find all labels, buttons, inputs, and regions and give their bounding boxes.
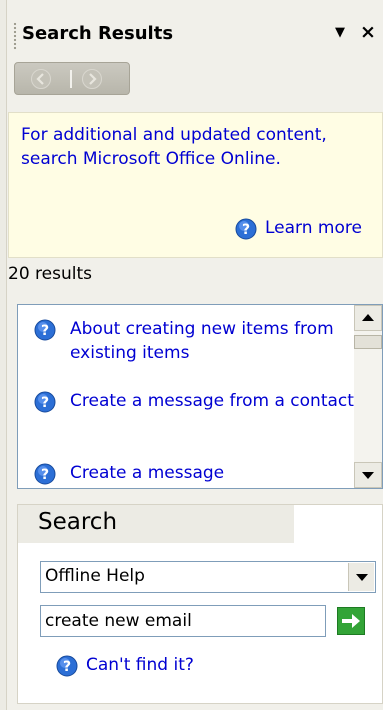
task-pane-titlebar: Search Results ▼ × [8, 18, 383, 54]
start-search-button[interactable] [337, 607, 365, 635]
svg-text:?: ? [41, 323, 49, 339]
results-list: ? About creating new items from existing… [17, 304, 383, 489]
drag-grip-icon[interactable] [13, 22, 17, 50]
results-scrollbar[interactable] [354, 305, 382, 488]
result-link[interactable]: About creating new items from existing i… [70, 317, 360, 365]
pane-title: Search Results [22, 23, 174, 44]
scroll-up-button[interactable] [354, 305, 382, 331]
info-text: For additional and updated content, sear… [21, 125, 327, 169]
search-panel: Search Offline Help ? Can't find it? [17, 504, 383, 704]
help-icon: ? [235, 218, 257, 240]
list-item[interactable]: ? Create a message from a contact [26, 391, 354, 443]
arrow-right-icon [342, 614, 360, 628]
pane-dropdown-icon[interactable]: ▼ [335, 25, 345, 40]
svg-text:?: ? [63, 659, 71, 675]
scroll-thumb[interactable] [354, 335, 382, 349]
chevron-down-icon[interactable] [348, 563, 374, 591]
search-header: Search [18, 505, 294, 543]
help-icon: ? [34, 319, 56, 341]
svg-text:?: ? [41, 467, 49, 483]
navigation-toolbar [14, 62, 130, 95]
search-scope-select[interactable]: Offline Help [40, 561, 376, 593]
help-icon: ? [34, 463, 56, 485]
cant-find-it-label: Can't find it? [86, 655, 194, 675]
back-arrow-icon[interactable] [31, 69, 51, 89]
help-icon: ? [34, 391, 56, 413]
learn-more-label: Learn more [265, 218, 362, 238]
scroll-down-button[interactable] [354, 462, 382, 488]
results-count: 20 results [8, 264, 92, 284]
list-item[interactable]: ? About creating new items from existing… [26, 319, 346, 371]
result-link[interactable]: Create a message from a contact [70, 389, 360, 413]
svg-text:?: ? [242, 222, 250, 238]
help-icon: ? [56, 655, 78, 677]
window-edge [0, 0, 7, 710]
search-scope-value: Offline Help [45, 566, 145, 586]
list-item[interactable]: ? Create a message [26, 463, 346, 488]
office-online-info-box: For additional and updated content, sear… [8, 112, 383, 258]
forward-arrow-icon[interactable] [82, 69, 102, 89]
search-heading: Search [38, 509, 118, 535]
result-link[interactable]: Create a message [70, 461, 360, 485]
svg-text:?: ? [41, 395, 49, 411]
nav-separator [70, 70, 72, 88]
search-input[interactable] [40, 605, 326, 637]
close-icon[interactable]: × [360, 21, 376, 43]
